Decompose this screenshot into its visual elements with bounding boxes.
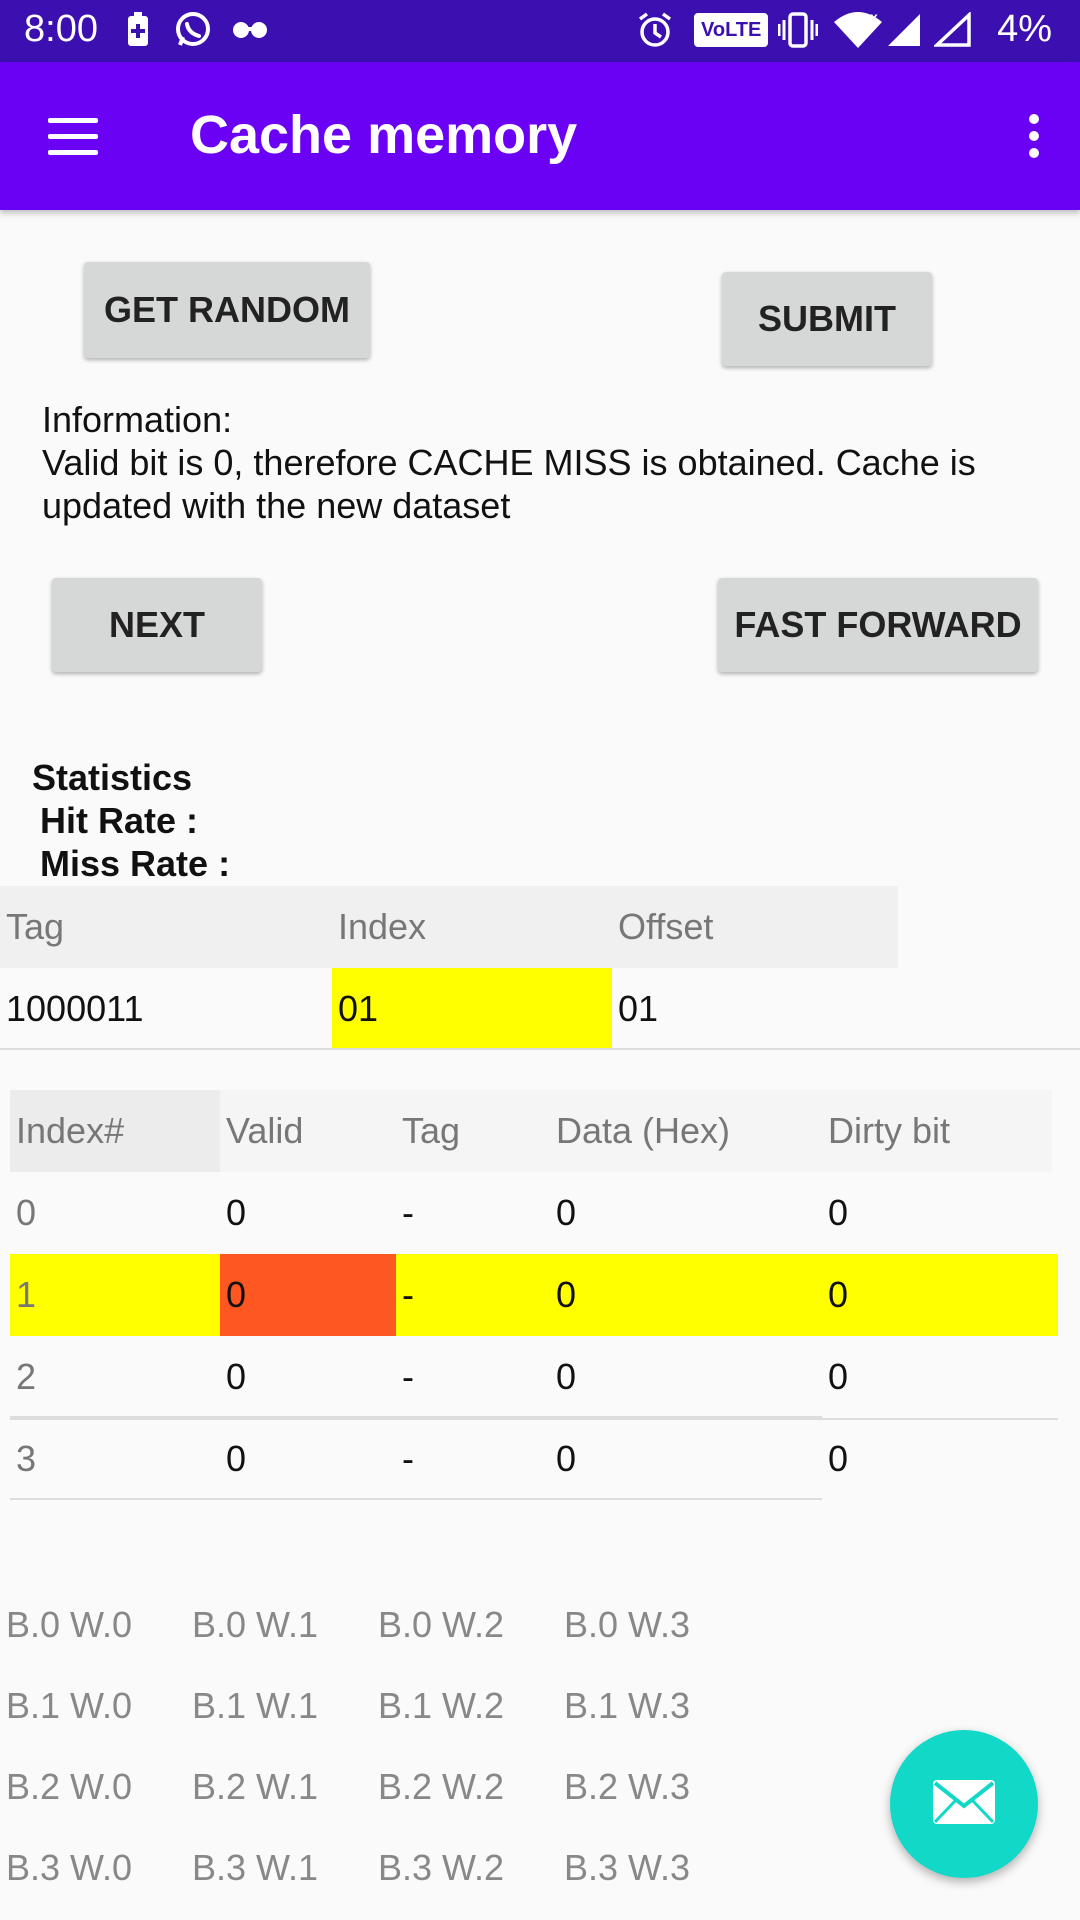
wifi-icon: x bbox=[832, 10, 884, 50]
signal-empty-icon bbox=[934, 10, 972, 50]
cache-row-0-valid: 0 bbox=[226, 1192, 247, 1233]
block-word-cell: B.3 W.2 bbox=[378, 1847, 505, 1888]
block-word-cell: B.3 W.3 bbox=[564, 1847, 691, 1888]
cache-row-3-dirty: 0 bbox=[828, 1438, 849, 1479]
block-word-cell: B.1 W.2 bbox=[378, 1685, 505, 1726]
statistics-panel: Statistics Hit Rate : Miss Rate : bbox=[32, 756, 230, 885]
status-bar: 8:00 VoLTE x 4% bbox=[0, 0, 1080, 62]
block-word-cell: B.2 W.0 bbox=[6, 1766, 133, 1807]
submit-button[interactable]: SUBMIT bbox=[722, 272, 932, 366]
battery-percent: 4% bbox=[997, 8, 1052, 50]
cache-header-data: Data (Hex) bbox=[556, 1110, 731, 1151]
glasses-icon bbox=[232, 10, 268, 50]
block-word-cell: B.1 W.1 bbox=[192, 1685, 319, 1726]
whatsapp-icon bbox=[174, 10, 212, 50]
block-word-cell: B.0 W.2 bbox=[378, 1604, 505, 1645]
block-word-cell: B.3 W.0 bbox=[6, 1847, 133, 1888]
get-random-button[interactable]: GET RANDOM bbox=[84, 262, 370, 358]
volte-icon: VoLTE bbox=[694, 10, 769, 50]
hit-rate-label: Hit Rate : bbox=[40, 800, 199, 841]
signal-icon bbox=[886, 10, 922, 50]
block-word-cell: B.1 W.0 bbox=[6, 1685, 133, 1726]
address-header-index: Index bbox=[338, 906, 427, 947]
cache-row-2-data: 0 bbox=[556, 1356, 577, 1397]
cache-row-0-data: 0 bbox=[556, 1192, 577, 1233]
divider bbox=[0, 1048, 1080, 1050]
cache-header-valid: Valid bbox=[226, 1110, 304, 1151]
cache-row-3-data: 0 bbox=[556, 1438, 577, 1479]
fast-forward-button[interactable]: FAST FORWARD bbox=[718, 578, 1038, 672]
cache-row-3-index: 3 bbox=[16, 1438, 37, 1479]
battery-saver-icon bbox=[126, 10, 150, 50]
block-word-cell: B.2 W.3 bbox=[564, 1766, 691, 1807]
cache-header-dirty: Dirty bit bbox=[828, 1110, 951, 1151]
cache-row-1-data: 0 bbox=[556, 1274, 577, 1315]
more-options-icon[interactable] bbox=[1024, 114, 1044, 162]
cache-row-0-dirty: 0 bbox=[828, 1192, 849, 1233]
block-word-cell: B.1 W.3 bbox=[564, 1685, 691, 1726]
cache-row-0-index: 0 bbox=[16, 1192, 37, 1233]
address-header-tag: Tag bbox=[6, 906, 65, 947]
email-icon bbox=[931, 1778, 997, 1831]
menu-icon[interactable] bbox=[48, 118, 98, 156]
miss-rate-label: Miss Rate : bbox=[40, 843, 231, 884]
page-title: Cache memory bbox=[190, 105, 578, 165]
cache-row-1-highlight bbox=[10, 1254, 1058, 1336]
row-divider bbox=[10, 1498, 822, 1500]
status-time: 8:00 bbox=[24, 8, 98, 50]
statistics-heading: Statistics bbox=[32, 757, 193, 798]
cache-row-1-index: 1 bbox=[16, 1274, 37, 1315]
address-header-offset: Offset bbox=[618, 906, 714, 947]
row-divider bbox=[10, 1416, 822, 1418]
cache-row-2-dirty: 0 bbox=[828, 1356, 849, 1397]
cache-row-2-index: 2 bbox=[16, 1356, 37, 1397]
next-button[interactable]: NEXT bbox=[52, 578, 262, 672]
cache-header-tag: Tag bbox=[402, 1110, 461, 1151]
cache-row-1-tag: - bbox=[402, 1274, 414, 1315]
block-word-cell: B.2 W.1 bbox=[192, 1766, 319, 1807]
address-index-value: 01 bbox=[332, 968, 612, 1050]
information-text: Valid bit is 0, therefore CACHE MISS is … bbox=[42, 442, 976, 526]
cache-row-3-tag: - bbox=[402, 1438, 414, 1479]
block-word-cell: B.2 W.2 bbox=[378, 1766, 505, 1807]
information-panel: Information: Valid bit is 0, therefore C… bbox=[42, 398, 1002, 527]
cache-row-2-tag: - bbox=[402, 1356, 414, 1397]
app-bar: Cache memory bbox=[0, 62, 1080, 210]
volte-label: VoLTE bbox=[694, 13, 769, 47]
row-divider bbox=[10, 1418, 1058, 1420]
cache-row-0-tag: - bbox=[402, 1192, 414, 1233]
block-word-cell: B.3 W.1 bbox=[192, 1847, 319, 1888]
cache-row-1-valid: 0 bbox=[226, 1274, 247, 1315]
block-word-cell: B.0 W.0 bbox=[6, 1604, 133, 1645]
information-heading: Information: bbox=[42, 399, 233, 440]
cache-row-1-valid-highlight bbox=[220, 1254, 396, 1336]
address-offset-value: 01 bbox=[618, 988, 659, 1029]
cache-row-3-valid: 0 bbox=[226, 1438, 247, 1479]
email-fab-button[interactable] bbox=[890, 1730, 1038, 1878]
vibrate-icon bbox=[778, 10, 818, 50]
cache-row-2-valid: 0 bbox=[226, 1356, 247, 1397]
cache-header-index: Index# bbox=[16, 1110, 125, 1151]
block-word-cell: B.0 W.3 bbox=[564, 1604, 691, 1645]
alarm-icon bbox=[636, 10, 674, 50]
svg-text:x: x bbox=[870, 10, 878, 25]
cache-row-1-dirty: 0 bbox=[828, 1274, 849, 1315]
block-word-cell: B.0 W.1 bbox=[192, 1604, 319, 1645]
address-tag-value: 1000011 bbox=[6, 988, 144, 1029]
